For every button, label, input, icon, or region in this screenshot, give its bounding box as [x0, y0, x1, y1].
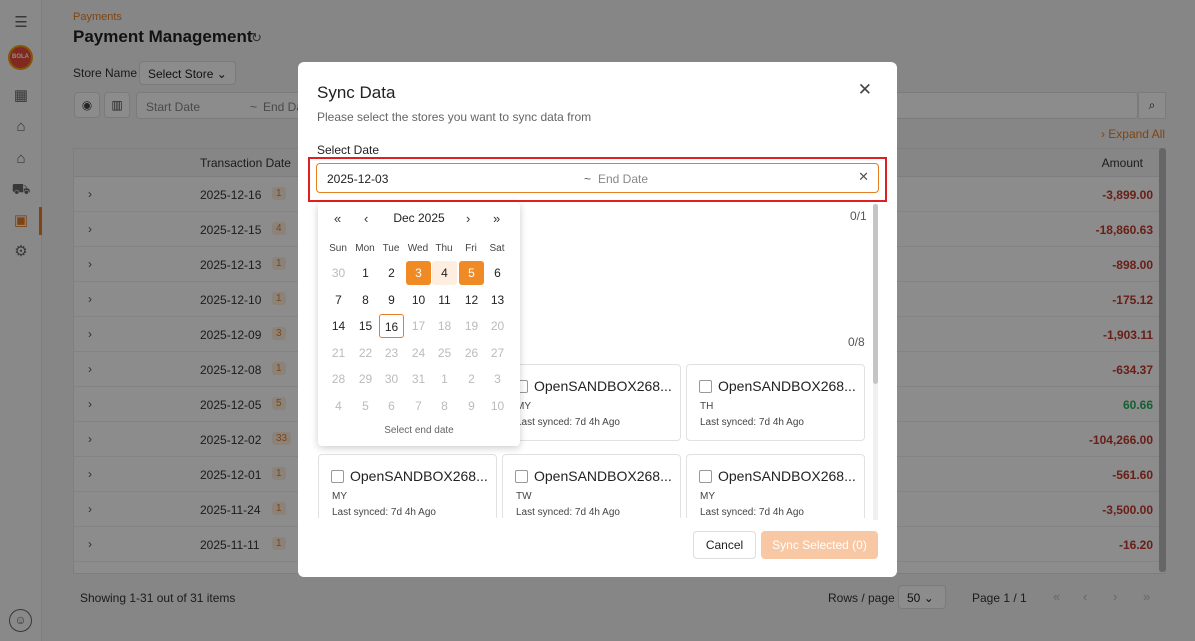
- calendar-day[interactable]: 8: [353, 288, 378, 312]
- calendar-day: 28: [331, 372, 346, 386]
- weekday-label: Mon: [355, 243, 375, 254]
- modal-scrollbar[interactable]: [873, 204, 878, 520]
- weekday-label: Wed: [407, 243, 429, 254]
- weekday-label: Thu: [435, 243, 453, 254]
- calendar-day: 17: [411, 319, 426, 333]
- calendar-day[interactable]: 15: [353, 314, 378, 338]
- calendar-day: 23: [384, 345, 399, 360]
- store-country: MY: [332, 491, 347, 502]
- calendar-day[interactable]: 9: [379, 288, 404, 312]
- calendar-day[interactable]: 4: [432, 261, 457, 285]
- calendar-day[interactable]: 14: [326, 314, 351, 338]
- calendar-day: 27: [490, 345, 505, 360]
- calendar-day: 1: [441, 372, 448, 386]
- store-last-synced: Last synced: 7d 4h Ago: [516, 507, 620, 518]
- weekday-label: Sat: [489, 243, 505, 254]
- calendar-day: 3: [494, 372, 501, 386]
- date-picker: « ‹ Dec 2025 › » Sun Mon Tue Wed Thu Fri Sat 3…: [318, 202, 520, 446]
- cancel-button[interactable]: Cancel: [693, 531, 756, 559]
- calendar-day: 6: [388, 398, 395, 413]
- store-name: OpenSANDBOX268...: [718, 468, 856, 484]
- calendar-day[interactable]: 12: [459, 288, 484, 312]
- weekday-label: Tue: [382, 243, 400, 254]
- store-country: MY: [700, 491, 715, 502]
- calendar-day: 30: [331, 266, 346, 280]
- calendar-day: 19: [464, 319, 479, 333]
- calendar-day: 31: [411, 372, 426, 386]
- sync-date-range-input[interactable]: 2025-12-03 ~ End Date ✕: [316, 163, 879, 193]
- calendar-day[interactable]: 10: [406, 288, 431, 312]
- calendar-month[interactable]: Dec 2025: [318, 211, 520, 225]
- date-separator: ~: [584, 172, 592, 186]
- end-date-placeholder[interactable]: End Date: [598, 172, 648, 186]
- clear-icon[interactable]: ✕: [858, 169, 869, 185]
- modal-subtitle: Please select the stores you want to syn…: [317, 110, 592, 124]
- store-card[interactable]: OpenSANDBOX268... TW Last synced: 7d 4h …: [502, 454, 681, 518]
- store-country: TH: [700, 401, 714, 412]
- calendar-day[interactable]: 16: [379, 314, 404, 338]
- select-date-label: Select Date: [317, 143, 380, 157]
- calendar-day[interactable]: 5: [459, 261, 484, 285]
- calendar-day[interactable]: 13: [485, 288, 510, 312]
- calendar-day: 2: [468, 372, 475, 386]
- calendar-day[interactable]: 2: [379, 261, 404, 285]
- close-icon[interactable]: ✕: [858, 80, 872, 100]
- next-month-icon[interactable]: ›: [466, 211, 470, 226]
- calendar-day[interactable]: 6: [485, 261, 510, 285]
- store-last-synced: Last synced: 7d 4h Ago: [700, 507, 804, 518]
- store-checkbox[interactable]: [699, 470, 712, 483]
- store-card[interactable]: OpenSANDBOX268... MY Last synced: 7d 4h …: [502, 364, 681, 441]
- store-checkbox[interactable]: [515, 470, 528, 483]
- calendar-day[interactable]: 3: [406, 261, 431, 285]
- store-name: OpenSANDBOX268...: [718, 378, 856, 394]
- sync-selected-button[interactable]: Sync Selected (0): [761, 531, 878, 559]
- calendar-day: 21: [331, 345, 346, 360]
- calendar-day: 29: [358, 372, 373, 386]
- store-card[interactable]: OpenSANDBOX268... MY Last synced: 7d 4h …: [686, 454, 865, 518]
- store-last-synced: Last synced: 7d 4h Ago: [332, 507, 436, 518]
- store-country: TW: [516, 491, 532, 502]
- calendar-day: 7: [415, 398, 422, 413]
- calendar-day: 30: [384, 372, 399, 386]
- calendar-day: 9: [468, 398, 475, 413]
- store-name: OpenSANDBOX268...: [534, 378, 672, 394]
- modal-title: Sync Data: [317, 83, 396, 102]
- weekday-label: Fri: [465, 243, 477, 254]
- calendar-day[interactable]: 1: [353, 261, 378, 285]
- calendar-day: 20: [490, 319, 505, 333]
- calendar-day[interactable]: 11: [432, 288, 457, 312]
- calendar-day: 5: [362, 398, 369, 413]
- store-name: OpenSANDBOX268...: [350, 468, 488, 484]
- calendar-day: 10: [490, 398, 505, 413]
- next-year-icon[interactable]: »: [493, 211, 500, 226]
- calendar-day: 22: [358, 345, 373, 360]
- store-checkbox[interactable]: [331, 470, 344, 483]
- selection-count-1: 0/1: [850, 209, 867, 223]
- store-card[interactable]: OpenSANDBOX268... MY Last synced: 7d 4h …: [318, 454, 497, 518]
- calendar-day: 25: [437, 345, 452, 360]
- store-last-synced: Last synced: 7d 4h Ago: [700, 417, 804, 428]
- store-name: OpenSANDBOX268...: [534, 468, 672, 484]
- calendar-hint: Select end date: [384, 425, 454, 436]
- calendar-day: 18: [437, 319, 452, 333]
- calendar-day: 4: [335, 398, 342, 413]
- store-card[interactable]: OpenSANDBOX268... TH Last synced: 7d 4h …: [686, 364, 865, 441]
- store-last-synced: Last synced: 7d 4h Ago: [516, 417, 620, 428]
- calendar-day: 24: [411, 345, 426, 360]
- start-date-value[interactable]: 2025-12-03: [327, 172, 388, 186]
- selection-count-2: 0/8: [848, 335, 865, 349]
- calendar-day: 26: [464, 345, 479, 360]
- calendar-day: 8: [441, 398, 448, 413]
- store-checkbox[interactable]: [699, 380, 712, 393]
- weekday-label: Sun: [329, 243, 347, 254]
- calendar-day[interactable]: 7: [326, 288, 351, 312]
